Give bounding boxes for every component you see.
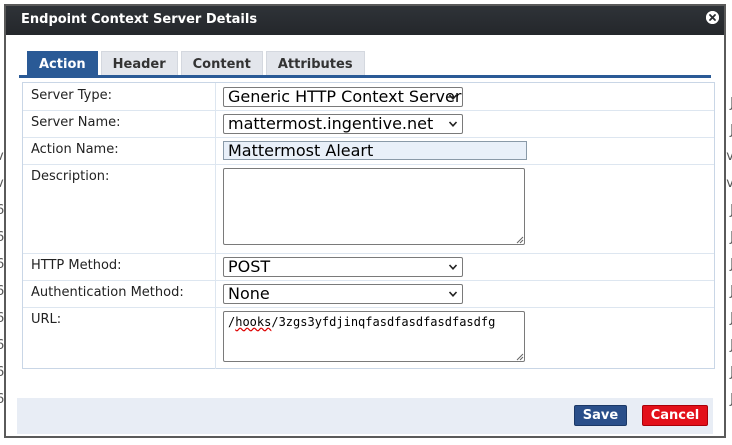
server-name-select[interactable]: mattermost.ingentive.net (223, 114, 463, 134)
tab-content[interactable]: Content (180, 51, 263, 76)
dialog-titlebar: Endpoint Context Server Details (6, 6, 724, 35)
action-name-label: Action Name: (23, 137, 216, 164)
chevron-down-icon (448, 94, 458, 100)
row-server-name: Server Name: mattermost.ingentive.net (23, 110, 714, 138)
http-method-label: HTTP Method: (23, 253, 216, 280)
dialog-title: Endpoint Context Server Details (21, 12, 258, 27)
server-name-label: Server Name: (23, 110, 216, 137)
chevron-down-icon (448, 291, 458, 297)
tab-attributes[interactable]: Attributes (265, 51, 365, 76)
action-name-input[interactable]: Mattermost Aleart (223, 141, 527, 160)
url-textarea[interactable]: /hooks/3zgs3yfdjinqfasdfasdfasdfasdfg (223, 311, 525, 362)
resize-grip-icon[interactable] (516, 353, 524, 361)
tab-action[interactable]: Action (27, 51, 98, 76)
chevron-down-icon (448, 121, 458, 127)
row-url: URL: /hooks/3zgs3yfdjinqfasdfasdfasdfasd… (23, 307, 714, 369)
tab-divider (19, 75, 711, 78)
description-label: Description: (23, 164, 216, 253)
cancel-button[interactable]: Cancel (642, 405, 708, 426)
auth-method-label: Authentication Method: (23, 280, 216, 307)
server-name-value: mattermost.ingentive.net (228, 114, 434, 133)
endpoint-context-server-dialog: Endpoint Context Server Details Action H… (4, 4, 726, 438)
server-type-value: Generic HTTP Context Server (228, 87, 462, 106)
server-type-label: Server Type: (23, 83, 216, 110)
row-http-method: HTTP Method: POST (23, 253, 714, 281)
save-button[interactable]: Save (574, 405, 627, 426)
url-label: URL: (23, 307, 216, 369)
row-auth-method: Authentication Method: None (23, 280, 714, 308)
close-icon[interactable] (706, 11, 719, 24)
url-underlined-segment: hooks (235, 315, 272, 329)
dialog-footer: Save Cancel (17, 398, 713, 434)
action-form: Server Type: Generic HTTP Context Server… (22, 82, 715, 369)
auth-method-value: None (228, 284, 270, 303)
resize-grip-icon[interactable] (516, 236, 524, 244)
http-method-value: POST (228, 257, 271, 276)
background-right-edge: JJv vJJ JJJ JJJ (726, 96, 732, 407)
description-textarea[interactable] (223, 168, 525, 245)
tab-bar: Action Header Content Attributes (27, 51, 365, 76)
auth-method-select[interactable]: None (223, 284, 463, 304)
http-method-select[interactable]: POST (223, 257, 463, 277)
chevron-down-icon (448, 264, 458, 270)
row-description: Description: (23, 164, 714, 254)
row-server-type: Server Type: Generic HTTP Context Server (23, 83, 714, 111)
row-action-name: Action Name: Mattermost Aleart (23, 137, 714, 165)
server-type-select[interactable]: Generic HTTP Context Server (223, 87, 463, 107)
url-rest: /3zgs3yfdjinqfasdfasdfasdfasdfg (271, 315, 496, 329)
tab-header[interactable]: Header (100, 51, 178, 76)
